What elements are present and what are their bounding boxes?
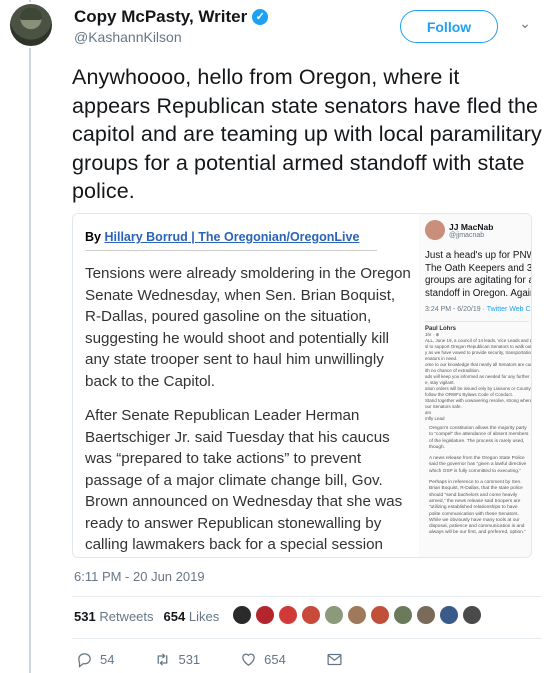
liker-avatar[interactable]	[254, 604, 276, 626]
liker-avatar[interactable]	[300, 604, 322, 626]
liker-avatar[interactable]	[346, 604, 368, 626]
post-line: mfly Lead	[425, 416, 445, 421]
like-button[interactable]: 654	[240, 651, 286, 668]
avatar[interactable]	[8, 2, 54, 48]
embedded-meta: 3:24 PM - 6/20/19 · Twitter Web C	[425, 306, 531, 313]
likes-label: Likes	[188, 609, 220, 624]
author-name: Hillary Borrud	[104, 230, 188, 244]
liker-avatar[interactable]	[231, 604, 253, 626]
chevron-down-icon[interactable]: ⌄	[515, 15, 535, 35]
article-byline: By Hillary Borrud | The Oregonian/Oregon…	[85, 230, 377, 251]
thread-line	[29, 0, 31, 673]
embedded-line: groups are agitating for an	[425, 275, 532, 286]
like-count: 654	[264, 652, 286, 667]
news-paragraph: A news release from the Oregon State Pol…	[429, 456, 527, 474]
news-excerpt: Oregon's constitution allows the majorit…	[425, 426, 529, 537]
article-paragraph-1: Tensions were already smoldering in the …	[85, 265, 411, 390]
likes-count: 654	[163, 609, 186, 624]
embedded-post: Paul Lohrs 1hr · ⊕ ALL, June 19, a counc…	[425, 321, 531, 537]
tweet-stats: 531 Retweets 654 Likes	[74, 609, 219, 624]
embedded-tweet-text: Just a head's up for PNW r The Oath Keep…	[425, 250, 532, 300]
byline-separator: |	[187, 230, 199, 244]
liker-avatar[interactable]	[392, 604, 414, 626]
message-button[interactable]	[326, 651, 343, 668]
article-paragraph-2: After Senate Republican Leader Herman Ba…	[85, 407, 403, 553]
user-handle[interactable]: @KashannKilson	[74, 29, 182, 45]
embedded-tweet-header: JJ MacNab @jjmacnab	[425, 220, 529, 240]
retweets-label: Retweets	[99, 609, 154, 624]
likes-stat[interactable]: 654 Likes	[164, 609, 220, 624]
verified-icon: ✓	[252, 9, 269, 25]
divider	[72, 596, 542, 597]
embedded-source: Twitter Web C	[486, 306, 531, 313]
news-paragraph: Oregon's constitution allows the majorit…	[429, 426, 529, 450]
reply-button[interactable]: 54	[76, 651, 114, 668]
retweets-count: 531	[74, 609, 96, 624]
byline-author: Hillary Borrud | The Oregonian/OregonLiv…	[104, 230, 359, 244]
liker-avatar[interactable]	[415, 604, 437, 626]
liker-avatar[interactable]	[277, 604, 299, 626]
display-name[interactable]: Copy McPasty, Writer	[74, 7, 247, 27]
envelope-icon	[327, 653, 342, 666]
embedded-screenshots: JJ MacNab @jjmacnab Just a head's up for…	[419, 214, 532, 557]
article-screenshot: By Hillary Borrud | The Oregonian/Oregon…	[73, 214, 417, 557]
retweets-stat[interactable]: 531 Retweets	[74, 609, 154, 624]
liker-avatar[interactable]	[438, 604, 460, 626]
retweet-count: 531	[178, 652, 201, 667]
retweet-icon	[158, 653, 168, 666]
embedded-time: 3:24 PM - 6/20/19 ·	[425, 306, 487, 313]
reply-icon	[78, 653, 91, 668]
embedded-line: Just a head's up for PNW r	[425, 250, 532, 261]
liker-avatar[interactable]	[461, 604, 483, 626]
heart-icon	[242, 653, 255, 666]
tweet-actions: 54 531 654	[76, 651, 383, 668]
liker-avatars	[231, 604, 484, 626]
embedded-line: The Oath Keepers and 3%	[425, 262, 532, 274]
reply-count: 54	[100, 652, 115, 667]
divider	[72, 638, 542, 639]
outlet-name: The Oregonian/OregonLive	[198, 230, 360, 244]
embedded-name: JJ MacNab	[449, 221, 494, 232]
name-row: Copy McPasty, Writer ✓	[74, 7, 269, 27]
attached-image[interactable]: By Hillary Borrud | The Oregonian/Oregon…	[72, 213, 532, 558]
post-lines: 1hr · ⊕ ALL, June 19, a council of 14 le…	[425, 332, 531, 422]
embedded-handle: @jjmacnab	[449, 231, 485, 239]
embedded-line: standoff in Oregon. Again	[425, 287, 532, 299]
byline-prefix: By	[85, 230, 101, 244]
liker-avatar[interactable]	[369, 604, 391, 626]
embedded-avatar	[425, 220, 445, 240]
follow-button[interactable]: Follow	[400, 10, 498, 43]
retweet-button[interactable]: 531	[154, 651, 200, 668]
news-paragraph: Perhaps in reference to a comment by Sen…	[429, 480, 526, 536]
liker-avatar[interactable]	[323, 604, 345, 626]
tweet-text: Anywhoooo, hello from Oregon, where it a…	[72, 65, 542, 203]
tweet-timestamp[interactable]: 6:11 PM - 20 Jun 2019	[74, 569, 205, 584]
